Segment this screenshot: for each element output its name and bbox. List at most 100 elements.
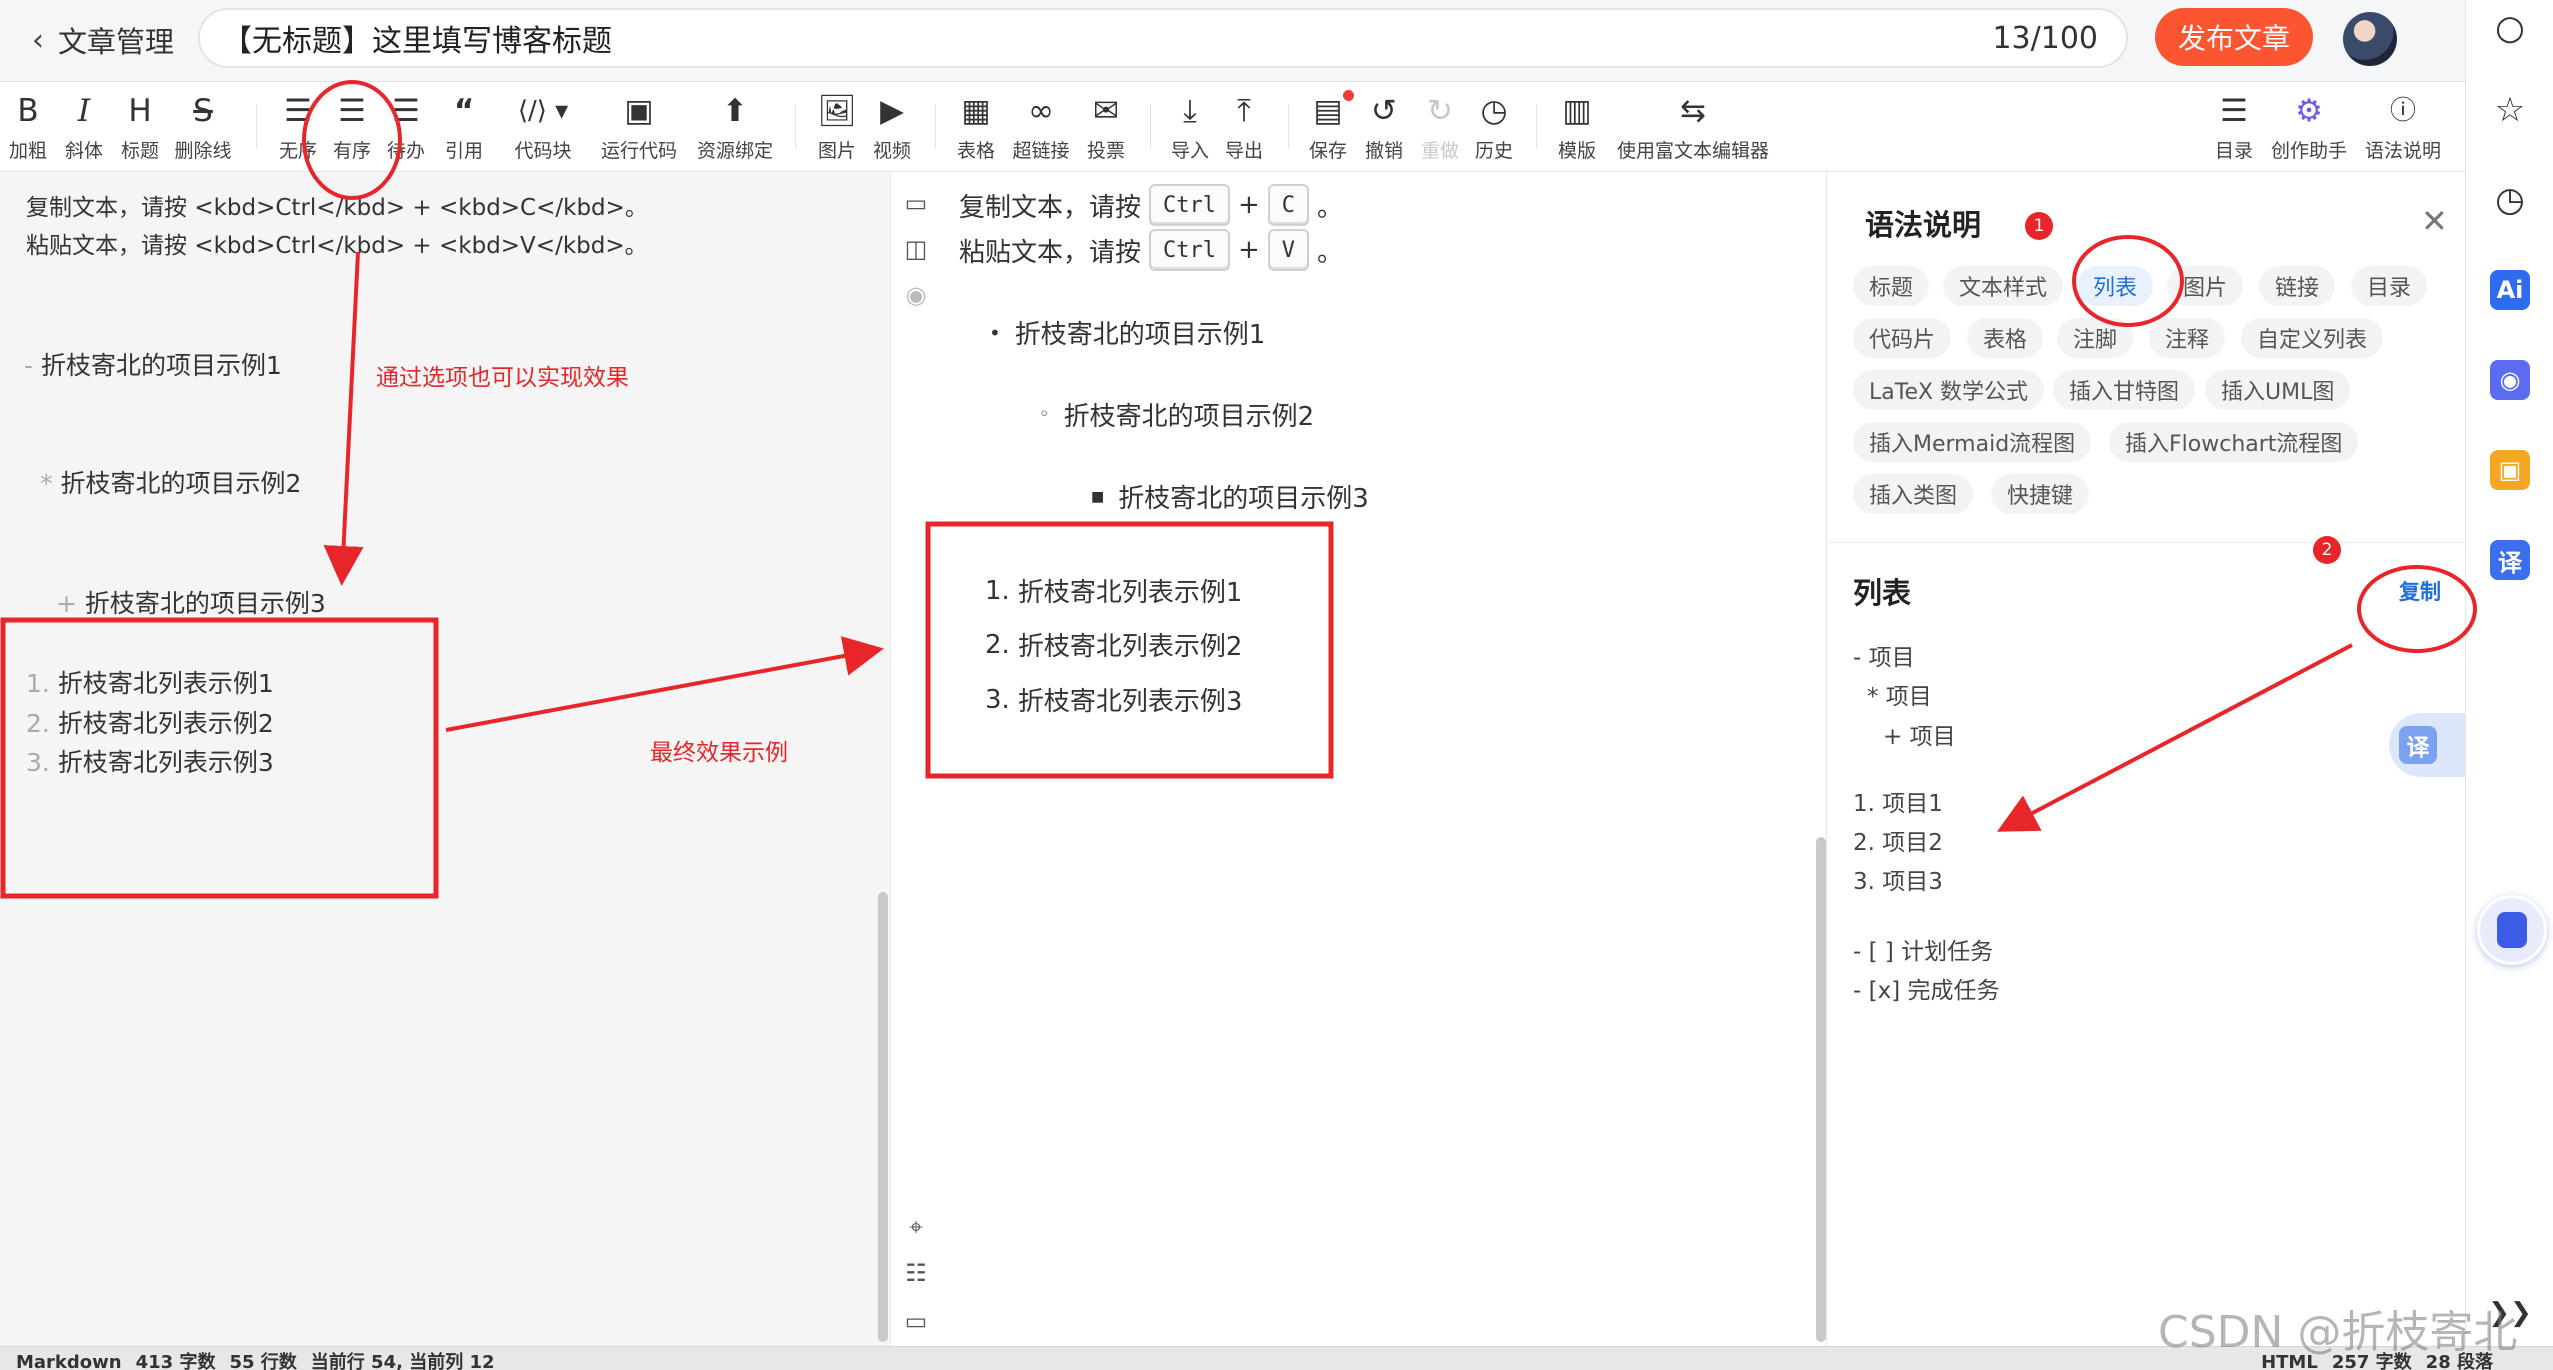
split-view-icon[interactable]: ◫ bbox=[901, 234, 931, 264]
tag-link[interactable]: 链接 bbox=[2259, 266, 2336, 306]
resource-binding-button[interactable]: ⬆ 资源绑定 bbox=[694, 90, 776, 166]
bullet-list-icon: ☰ bbox=[284, 92, 312, 129]
avatar[interactable] bbox=[2343, 12, 2397, 66]
title-input[interactable]: 【无标题】这里填写博客标题 13/100 bbox=[198, 8, 2128, 68]
translate-float-button[interactable]: 译 bbox=[2389, 713, 2465, 777]
download-icon: ⤓ bbox=[1183, 92, 1197, 129]
tag-custom-list[interactable]: 自定义列表 bbox=[2241, 318, 2384, 358]
strikethrough-icon: S bbox=[193, 92, 213, 129]
template-button[interactable]: ▥ 模版 bbox=[1555, 90, 1599, 166]
tag-class-diagram[interactable]: 插入类图 bbox=[1853, 474, 1974, 514]
editor-toolbar: B 加粗 I 斜体 H 标题 S 删除线 ☰ 无序 ☰ 有序 ☰ 待办 “ 引用… bbox=[0, 82, 2465, 172]
section-title: 列表 bbox=[1853, 576, 1912, 610]
syntax-help-panel: 语法说明 ✕ 标题 文本样式 列表 图片 链接 目录 代码片 表格 注脚 注释 … bbox=[1826, 172, 2466, 1346]
writing-assistant-button[interactable]: ⚙ 创作助手 bbox=[2268, 90, 2350, 166]
gamepad-icon[interactable]: ◉ bbox=[2466, 352, 2553, 408]
preview-paste-line: 粘贴文本，请按 Ctrl + V 。 bbox=[959, 229, 1343, 271]
publish-button[interactable]: 发布文章 bbox=[2155, 8, 2313, 66]
tag-latex[interactable]: LaTeX 数学公式 bbox=[1853, 370, 2045, 410]
back-to-article-management[interactable]: ‹ 文章管理 bbox=[32, 18, 174, 62]
kbd-ctrl: Ctrl bbox=[1149, 184, 1230, 226]
italic-button[interactable]: I 斜体 bbox=[62, 90, 106, 166]
sync-scroll-icon[interactable]: ▭ bbox=[901, 188, 931, 218]
editor-line: + 折枝寄北的项目示例3 bbox=[56, 589, 326, 618]
video-button[interactable]: ▶ 视频 bbox=[870, 90, 914, 166]
codeblock-button[interactable]: ⟨/⟩ ▾ 代码块 bbox=[510, 90, 576, 166]
export-button[interactable]: ⤒ 导出 bbox=[1222, 90, 1266, 166]
heading-button[interactable]: H 标题 bbox=[118, 90, 162, 166]
search-icon[interactable]: ○ bbox=[2466, 0, 2553, 56]
locate-icon[interactable]: ⌖ bbox=[901, 1212, 931, 1242]
tag-code-snippet[interactable]: 代码片 bbox=[1853, 318, 1952, 358]
monitor-icon[interactable]: ▭ bbox=[901, 1306, 931, 1336]
tag-footnote[interactable]: 注脚 bbox=[2057, 318, 2134, 358]
tag-mermaid[interactable]: 插入Mermaid流程图 bbox=[1853, 422, 2092, 462]
undo-button[interactable]: ↺ 撤销 bbox=[1362, 90, 1406, 166]
example-line: 3. 项目3 bbox=[1853, 869, 1943, 895]
toc-icon: ☰ bbox=[2220, 92, 2248, 129]
square-marker: ■ bbox=[1091, 488, 1105, 505]
tag-list[interactable]: 列表 bbox=[2077, 266, 2154, 306]
strikethrough-button[interactable]: S 删除线 bbox=[172, 90, 234, 166]
syntax-help-button[interactable]: ⓘ 语法说明 bbox=[2362, 90, 2444, 166]
table-button[interactable]: ▦ 表格 bbox=[954, 90, 998, 166]
save-button[interactable]: ▤ 保存 bbox=[1306, 90, 1350, 166]
tag-text-style[interactable]: 文本样式 bbox=[1943, 266, 2064, 306]
tag-toc[interactable]: 目录 bbox=[2351, 266, 2428, 306]
back-label: 文章管理 bbox=[58, 25, 175, 59]
toolbox-icon[interactable]: ▣ bbox=[2466, 442, 2553, 498]
ai-icon[interactable]: Ai bbox=[2466, 262, 2553, 318]
tag-heading[interactable]: 标题 bbox=[1853, 266, 1930, 306]
floating-plugin-button[interactable] bbox=[2477, 895, 2547, 965]
tag-flowchart[interactable]: 插入Flowchart流程图 bbox=[2109, 422, 2359, 462]
bold-button[interactable]: B 加粗 bbox=[8, 90, 48, 166]
undo-icon: ↺ bbox=[1371, 92, 1397, 129]
tag-gantt[interactable]: 插入甘特图 bbox=[2053, 370, 2196, 410]
history-button[interactable]: ◷ 历史 bbox=[1472, 90, 1516, 166]
redo-icon: ↻ bbox=[1427, 92, 1453, 129]
unordered-list-button[interactable]: ☰ 无序 bbox=[276, 90, 320, 166]
editor-line: 2. 折枝寄北列表示例2 bbox=[26, 709, 274, 738]
top-bar: ‹ 文章管理 【无标题】这里填写博客标题 13/100 发布文章 bbox=[0, 0, 2465, 82]
rich-text-editor-button[interactable]: ⇆ 使用富文本编辑器 bbox=[1612, 90, 1774, 166]
ordered-list-button[interactable]: ☰ 有序 bbox=[330, 90, 374, 166]
image-button[interactable]: 🖼 图片 bbox=[815, 90, 859, 166]
vote-button[interactable]: ✉ 投票 bbox=[1084, 90, 1128, 166]
video-icon: ▶ bbox=[880, 92, 904, 129]
toc-button[interactable]: ☰ 目录 bbox=[2212, 90, 2256, 166]
star-icon[interactable]: ☆ bbox=[2466, 82, 2553, 138]
quote-button[interactable]: “ 引用 bbox=[440, 90, 488, 166]
plugin-icon bbox=[2497, 912, 2527, 948]
example-line: - [x] 完成任务 bbox=[1853, 978, 2000, 1004]
preview-bullet-item: ◦ 折枝寄北的项目示例2 bbox=[1039, 402, 1315, 432]
tag-table[interactable]: 表格 bbox=[1967, 318, 2044, 358]
example-line: * 项目 bbox=[1867, 684, 1932, 710]
close-icon[interactable]: ✕ bbox=[2421, 202, 2448, 240]
editor-scrollbar[interactable] bbox=[878, 892, 888, 1342]
tag-uml[interactable]: 插入UML图 bbox=[2205, 370, 2351, 410]
annotation-badge-1: 1 bbox=[2025, 212, 2053, 240]
run-code-button[interactable]: ▣ 运行代码 bbox=[598, 90, 680, 166]
preview-scrollbar[interactable] bbox=[1816, 837, 1826, 1342]
numbered-list-icon: ☰ bbox=[338, 92, 366, 129]
redo-button[interactable]: ↻ 重做 bbox=[1418, 90, 1462, 166]
grid-icon[interactable]: ☷ bbox=[901, 1258, 931, 1288]
translate-icon[interactable]: 译 bbox=[2466, 532, 2553, 588]
upload-icon: ⤒ bbox=[1237, 92, 1251, 129]
clock-icon[interactable]: ◷ bbox=[2466, 172, 2553, 228]
ballot-icon: ✉ bbox=[1093, 92, 1119, 129]
eye-icon[interactable]: ◉ bbox=[901, 280, 931, 310]
todo-list-button[interactable]: ☰ 待办 bbox=[384, 90, 428, 166]
tag-shortcuts[interactable]: 快捷键 bbox=[1991, 474, 2090, 514]
kbd-v: V bbox=[1267, 229, 1310, 271]
hyperlink-button[interactable]: ∞ 超链接 bbox=[1008, 90, 1074, 166]
code-icon: ⟨/⟩ ▾ bbox=[517, 96, 569, 126]
image-icon: 🖼 bbox=[817, 92, 857, 129]
history-icon: ◷ bbox=[1480, 92, 1508, 129]
title-char-count: 13/100 bbox=[1992, 20, 2098, 56]
import-button[interactable]: ⤓ 导入 bbox=[1168, 90, 1212, 166]
robot-icon: ⚙ bbox=[2295, 92, 2323, 129]
tag-image[interactable]: 图片 bbox=[2167, 266, 2244, 306]
tag-comment[interactable]: 注释 bbox=[2149, 318, 2226, 358]
copy-button[interactable]: 复制 bbox=[2399, 576, 2441, 606]
